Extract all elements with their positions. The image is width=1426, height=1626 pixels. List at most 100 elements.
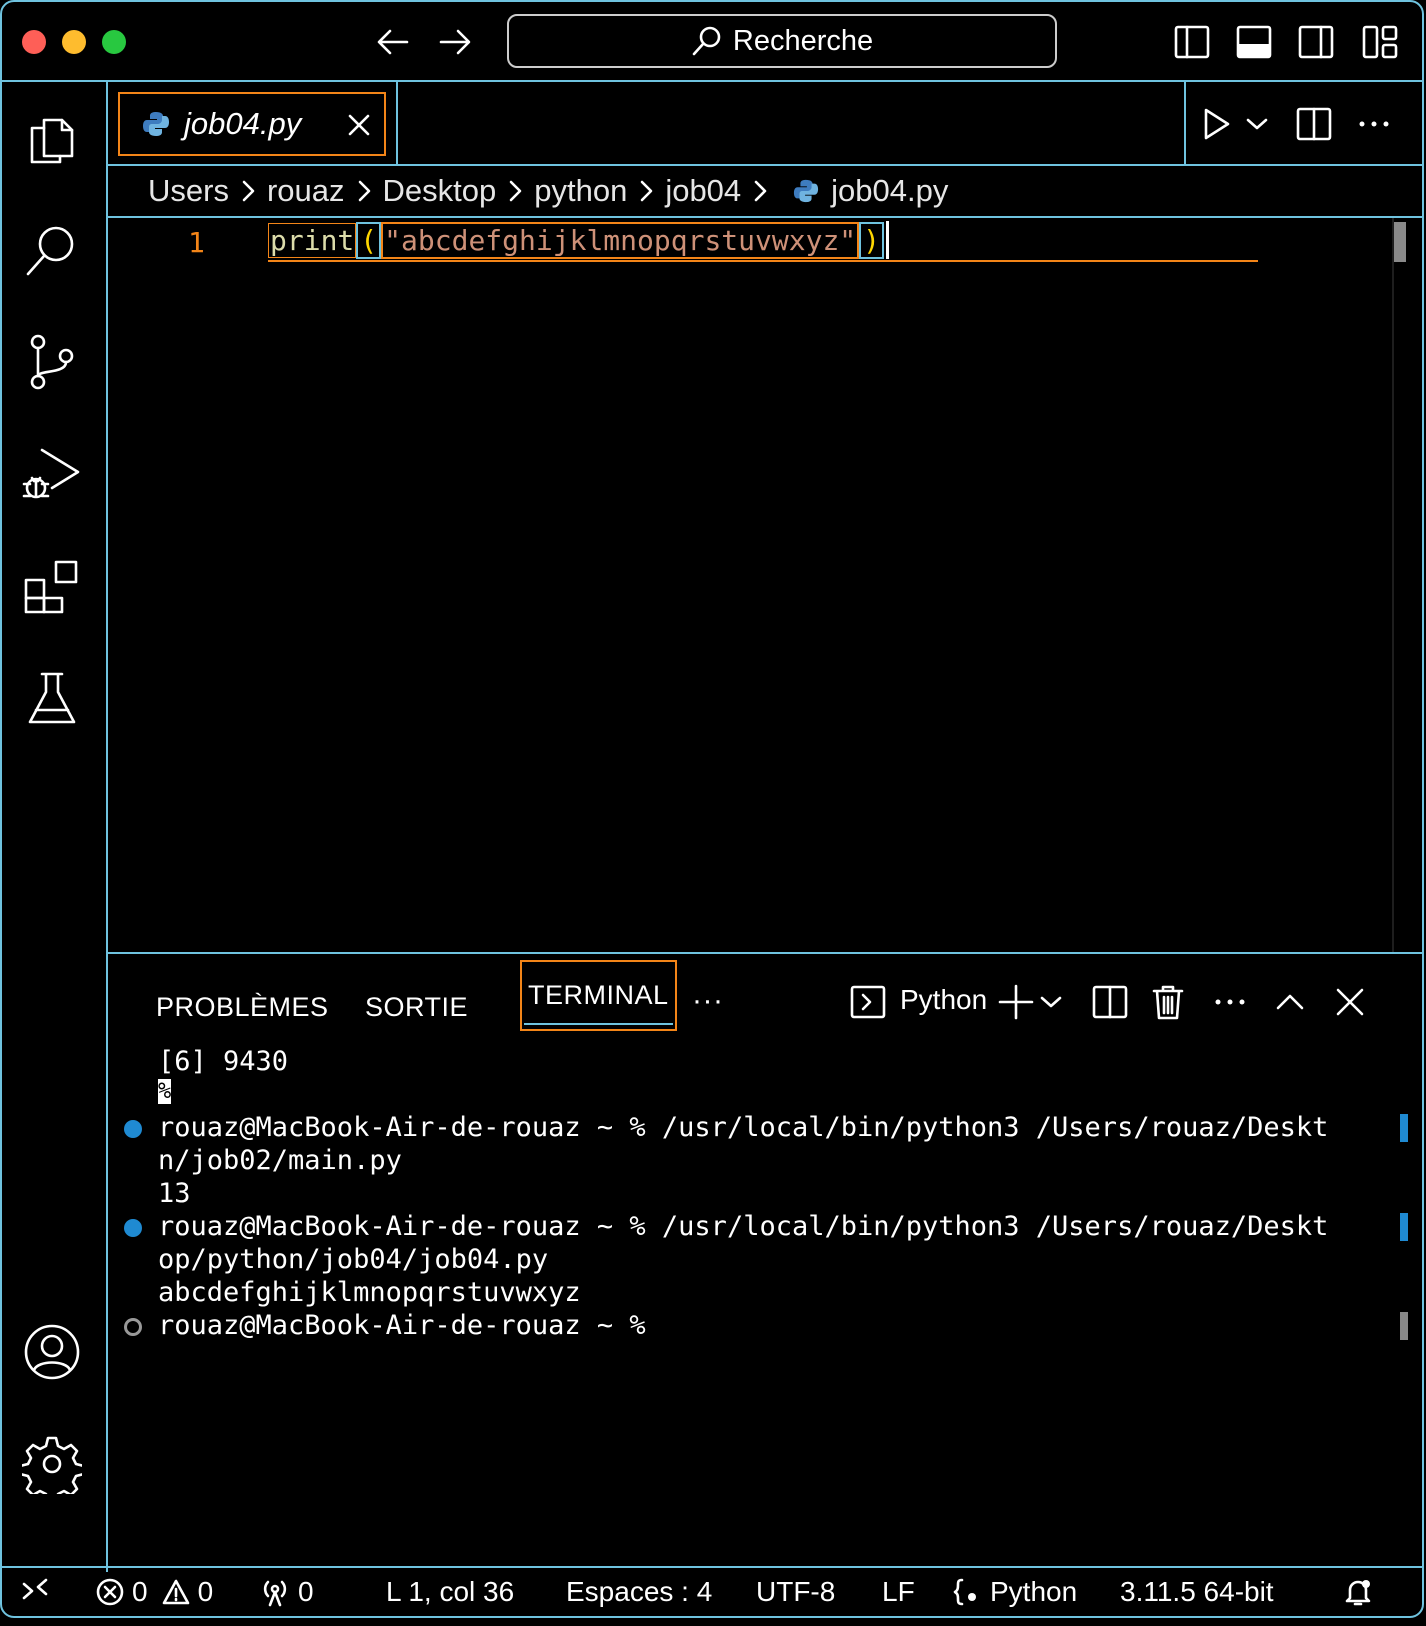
search-sidebar-icon[interactable] (22, 220, 82, 280)
tab-label: job04.py (184, 106, 302, 141)
token-close-paren: ) (859, 221, 885, 259)
terminal-line: op/python/job04/job04.py (158, 1244, 549, 1275)
token-open-paren: ( (356, 221, 382, 259)
close-tab-icon[interactable] (346, 112, 372, 138)
token-function: print (268, 222, 357, 258)
terminal-line: % (158, 1079, 172, 1104)
run-options-chevron-down-icon[interactable] (1242, 104, 1272, 144)
command-success-dot[interactable] (124, 1219, 142, 1237)
extensions-icon[interactable] (22, 556, 82, 616)
breadcrumb-item-desktop[interactable]: Desktop (383, 173, 497, 209)
maximize-panel-chevron-up-icon[interactable] (1270, 982, 1310, 1022)
text-cursor (886, 221, 890, 259)
notifications-bell-icon[interactable] (1342, 1576, 1374, 1608)
chevron-right-icon (641, 180, 653, 202)
language-mode[interactable]: Python (952, 1576, 1077, 1608)
chevron-right-icon (754, 180, 767, 202)
customize-layout-icon[interactable] (1360, 22, 1400, 62)
tab-job04-py[interactable]: job04.py (118, 92, 386, 156)
breadcrumb-item-users[interactable]: Users (148, 173, 229, 209)
search-icon (691, 25, 723, 57)
terminal-icon (848, 982, 888, 1022)
source-control-icon[interactable] (22, 332, 82, 392)
editor-tab-bar: job04.py (108, 82, 1422, 166)
vscode-window: Recherche job04.py Users rouaz Desktop p… (0, 0, 1424, 1618)
explorer-icon[interactable] (22, 108, 82, 168)
status-bar: 0 0 0 L 1, col 36 Espaces : 4 UTF-8 LF P… (2, 1566, 1422, 1616)
braces-icon (953, 1578, 976, 1606)
code-line[interactable]: print ( "abcdefghijklmnopqrstuvwxyz" ) (268, 220, 1258, 262)
command-success-dot[interactable] (124, 1120, 142, 1138)
tab-terminal[interactable]: TERMINAL (520, 960, 677, 1031)
scrollbar-decoration (1400, 1114, 1408, 1142)
new-terminal-plus-icon[interactable] (996, 982, 1036, 1022)
testing-flask-icon[interactable] (22, 668, 82, 728)
python-interpreter[interactable]: 3.11.5 64-bit (1120, 1576, 1274, 1608)
terminal-line: n/job02/main.py (158, 1145, 402, 1176)
search-placeholder: Recherche (732, 24, 874, 57)
tab-problems[interactable]: PROBLÈMES (156, 992, 329, 1023)
activity-bar (2, 82, 108, 1572)
minimize-window-button[interactable] (62, 30, 86, 54)
terminal-line: [6] 9430 (158, 1046, 289, 1077)
more-actions-icon[interactable] (1354, 104, 1394, 144)
line-number: 1 (188, 226, 205, 259)
close-window-button[interactable] (22, 30, 46, 54)
kill-terminal-trash-icon[interactable] (1148, 982, 1188, 1022)
settings-gear-icon[interactable] (22, 1434, 82, 1494)
warning-icon (162, 1579, 189, 1605)
toggle-primary-sidebar-icon[interactable] (1172, 22, 1212, 62)
forward-arrow-icon[interactable] (437, 24, 473, 60)
breadcrumb: Users rouaz Desktop python job04 job04.p… (108, 166, 1422, 218)
command-center-search[interactable]: Recherche (507, 14, 1057, 68)
chevron-right-icon (358, 180, 370, 202)
terminal-line: rouaz@MacBook-Air-de-rouaz ~ % /usr/loca… (158, 1112, 1329, 1143)
breadcrumb-item-job04[interactable]: job04 (665, 173, 741, 209)
toggle-secondary-sidebar-icon[interactable] (1296, 22, 1336, 62)
cursor-position[interactable]: L 1, col 36 (386, 1576, 514, 1608)
breadcrumb-item-file[interactable]: job04.py (831, 173, 948, 209)
terminal-line: 13 (158, 1178, 191, 1209)
broadcast-icon (263, 1580, 287, 1607)
split-editor-icon[interactable] (1294, 104, 1334, 144)
tab-terminal-label: TERMINAL (528, 980, 669, 1010)
run-python-file-icon[interactable] (1196, 104, 1236, 144)
chevron-right-icon (509, 180, 522, 202)
end-of-line-setting[interactable]: LF (882, 1576, 915, 1608)
encoding-setting[interactable]: UTF-8 (756, 1576, 835, 1608)
run-and-debug-icon[interactable] (22, 444, 82, 504)
ports-status[interactable]: 0 (260, 1576, 314, 1608)
token-string: "abcdefghijklmnopqrstuvwxyz" (381, 221, 860, 259)
scrollbar-decoration (1400, 1213, 1408, 1241)
minimap-divider (1392, 218, 1394, 952)
remote-indicator-icon[interactable] (20, 1576, 50, 1606)
panel-more-actions-icon[interactable] (1210, 982, 1250, 1022)
command-pending-dot[interactable] (124, 1318, 142, 1336)
split-terminal-icon[interactable] (1090, 982, 1130, 1022)
problems-status[interactable]: 0 0 (96, 1576, 213, 1608)
back-arrow-icon[interactable] (375, 24, 411, 60)
code-editor[interactable]: 1 print ( "abcdefghijklmnopqrstuvwxyz" ) (108, 218, 1422, 954)
language-label: Python (990, 1576, 1078, 1607)
breadcrumb-item-python[interactable]: python (534, 173, 627, 209)
python-file-icon (142, 110, 170, 138)
maximize-window-button[interactable] (102, 30, 126, 54)
indentation-setting[interactable]: Espaces : 4 (566, 1576, 712, 1608)
breadcrumb-item-rouaz[interactable]: rouaz (267, 173, 345, 209)
warning-count: 0 (197, 1576, 214, 1607)
tab-output[interactable]: SORTIE (365, 992, 468, 1023)
python-file-icon (793, 178, 819, 204)
close-panel-icon[interactable] (1330, 982, 1370, 1022)
editor-scrollbar[interactable] (1394, 222, 1406, 262)
terminal-profile-label[interactable]: Python (900, 984, 987, 1016)
error-count: 0 (132, 1576, 148, 1607)
scrollbar-decoration (1400, 1312, 1408, 1340)
accounts-icon[interactable] (22, 1322, 82, 1382)
terminal-line: rouaz@MacBook-Air-de-rouaz ~ % /usr/loca… (158, 1211, 1329, 1242)
chevron-right-icon (242, 180, 255, 202)
terminal-line: rouaz@MacBook-Air-de-rouaz ~ % (158, 1310, 646, 1341)
toggle-panel-icon[interactable] (1234, 22, 1274, 62)
bottom-panel: PROBLÈMES SORTIE TERMINAL ··· Python [6]… (108, 956, 1422, 1572)
panel-more-tabs[interactable]: ··· (692, 984, 723, 1018)
terminal-launch-chevron-down-icon[interactable] (1038, 982, 1064, 1022)
